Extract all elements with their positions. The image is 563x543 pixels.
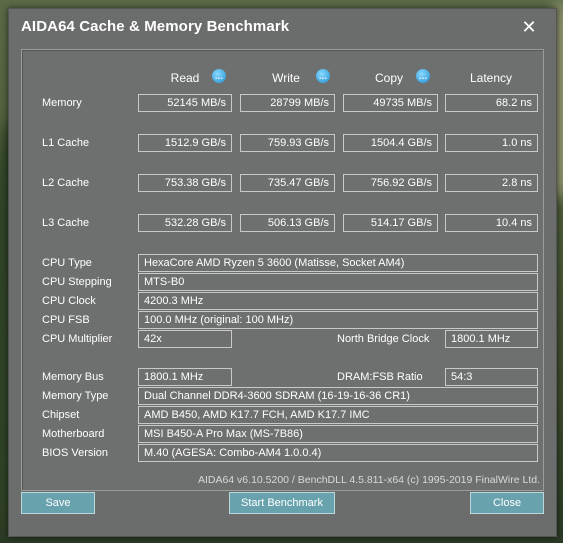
cpu-fsb-label: CPU FSB	[42, 314, 90, 326]
l1-write-value: 759.93 GB/s	[240, 134, 335, 152]
cpu-type-value: HexaCore AMD Ryzen 5 3600 (Matisse, Sock…	[138, 254, 538, 272]
motherboard-label: Motherboard	[42, 428, 105, 440]
l3-latency-value: 10.4 ns	[445, 214, 538, 232]
info-icon[interactable]: …	[416, 69, 430, 83]
start-benchmark-button[interactable]: Start Benchmark	[229, 492, 335, 514]
bios-version-value: M.40 (AGESA: Combo-AM4 1.0.0.4)	[138, 444, 538, 462]
l1-read-value: 1512.9 GB/s	[138, 134, 232, 152]
chipset-value: AMD B450, AMD K17.7 FCH, AMD K17.7 IMC	[138, 406, 538, 424]
memory-type-label: Memory Type	[42, 390, 109, 402]
motherboard-value: MSI B450-A Pro Max (MS-7B86)	[138, 425, 538, 443]
cpu-stepping-value: MTS-B0	[138, 273, 538, 291]
l3-copy-value: 514.17 GB/s	[343, 214, 438, 232]
memory-type-value: Dual Channel DDR4-3600 SDRAM (16-19-16-3…	[138, 387, 538, 405]
row-label-memory: Memory	[42, 97, 82, 109]
column-header-latency: Latency	[469, 71, 513, 85]
l2-latency-value: 2.8 ns	[445, 174, 538, 192]
cpu-clock-label: CPU Clock	[42, 295, 96, 307]
cpu-fsb-value: 100.0 MHz (original: 100 MHz)	[138, 311, 538, 329]
results-panel: Read … Write … Copy … Latency Memory 521…	[21, 49, 544, 491]
dram-fsb-ratio-value: 54:3	[445, 368, 538, 386]
cpu-multiplier-value: 42x	[138, 330, 232, 348]
l1-latency-value: 1.0 ns	[445, 134, 538, 152]
memory-latency-value: 68.2 ns	[445, 94, 538, 112]
l2-read-value: 753.38 GB/s	[138, 174, 232, 192]
north-bridge-clock-label: North Bridge Clock	[337, 333, 430, 345]
l3-read-value: 532.28 GB/s	[138, 214, 232, 232]
cpu-stepping-label: CPU Stepping	[42, 276, 112, 288]
l2-write-value: 735.47 GB/s	[240, 174, 335, 192]
info-icon[interactable]: …	[212, 69, 226, 83]
row-label-l1-cache: L1 Cache	[42, 137, 90, 149]
title-bar[interactable]: AIDA64 Cache & Memory Benchmark ✕	[9, 9, 556, 47]
info-icon[interactable]: …	[316, 69, 330, 83]
row-label-l2-cache: L2 Cache	[42, 177, 90, 189]
benchmark-window: AIDA64 Cache & Memory Benchmark ✕ Read ……	[8, 8, 557, 537]
dram-fsb-ratio-label: DRAM:FSB Ratio	[337, 371, 423, 383]
memory-bus-value: 1800.1 MHz	[138, 368, 232, 386]
memory-copy-value: 49735 MB/s	[343, 94, 438, 112]
window-title: AIDA64 Cache & Memory Benchmark	[21, 18, 290, 35]
cpu-type-label: CPU Type	[42, 257, 92, 269]
memory-bus-label: Memory Bus	[42, 371, 104, 383]
bios-version-label: BIOS Version	[42, 447, 109, 459]
copyright-footer: AIDA64 v6.10.5200 / BenchDLL 4.5.811-x64…	[197, 474, 540, 486]
close-button[interactable]: Close	[470, 492, 544, 514]
close-icon[interactable]: ✕	[518, 16, 540, 38]
cpu-multiplier-label: CPU Multiplier	[42, 333, 113, 345]
cpu-clock-value: 4200.3 MHz	[138, 292, 538, 310]
l2-copy-value: 756.92 GB/s	[343, 174, 438, 192]
memory-write-value: 28799 MB/s	[240, 94, 335, 112]
l3-write-value: 506.13 GB/s	[240, 214, 335, 232]
north-bridge-clock-value: 1800.1 MHz	[445, 330, 538, 348]
chipset-label: Chipset	[42, 409, 80, 421]
memory-read-value: 52145 MB/s	[138, 94, 232, 112]
save-button[interactable]: Save	[21, 492, 95, 514]
l1-copy-value: 1504.4 GB/s	[343, 134, 438, 152]
row-label-l3-cache: L3 Cache	[42, 217, 90, 229]
